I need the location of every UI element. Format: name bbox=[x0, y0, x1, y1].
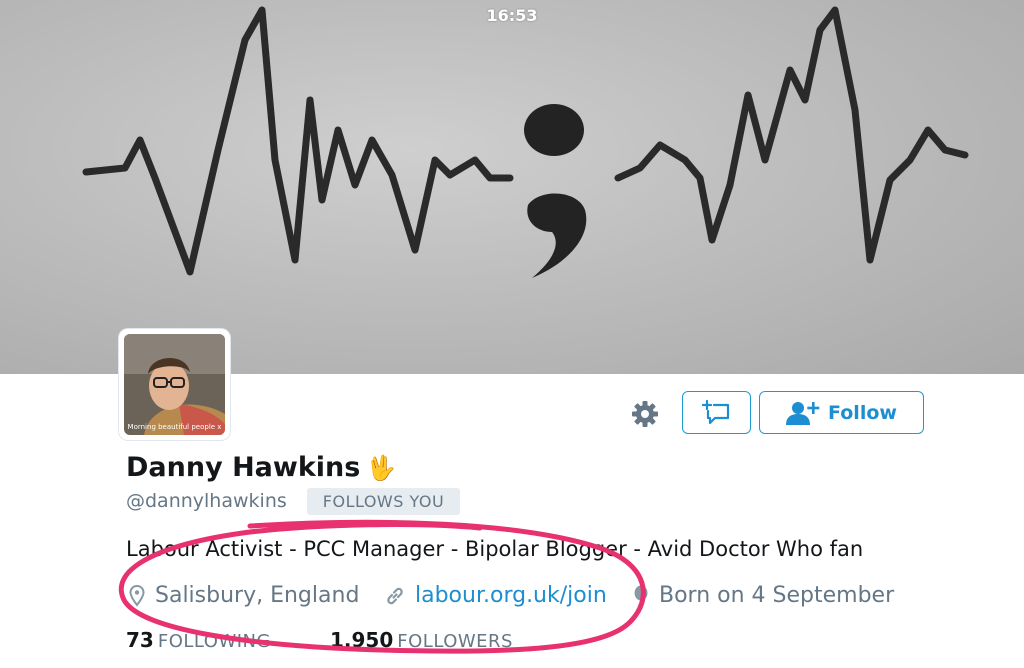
status-bar-time: 16:53 bbox=[486, 6, 538, 25]
profile-location: Salisbury, England bbox=[129, 583, 359, 608]
follows-you-badge: FOLLOWS YOU bbox=[307, 488, 460, 515]
link-icon bbox=[387, 587, 403, 604]
profile-website[interactable]: labour.org.uk/join bbox=[385, 583, 607, 608]
follow-button[interactable]: Follow bbox=[759, 391, 924, 434]
birthday-text: Born on 4 September bbox=[659, 583, 895, 608]
add-user-icon bbox=[786, 401, 820, 425]
following-count: 73 bbox=[126, 628, 154, 652]
location-pin-icon bbox=[129, 584, 145, 607]
followers-stat[interactable]: 1,950 FOLLOWERS bbox=[330, 628, 513, 652]
location-text: Salisbury, England bbox=[155, 583, 360, 608]
heartbeat-semicolon-tattoo bbox=[82, 6, 969, 278]
followers-label: FOLLOWERS bbox=[397, 631, 513, 652]
profile-handle: @dannylhawkins bbox=[126, 490, 287, 512]
message-plus-icon bbox=[701, 399, 729, 424]
direct-message-button[interactable] bbox=[682, 391, 751, 434]
website-link[interactable]: labour.org.uk/join bbox=[415, 583, 607, 608]
header-banner: 16:53 bbox=[0, 0, 1024, 374]
avatar-photo: Morning beautiful people x bbox=[124, 334, 225, 435]
settings-button[interactable] bbox=[626, 395, 664, 433]
display-name: Danny Hawkins 🖖 bbox=[126, 452, 396, 483]
avatar[interactable]: Morning beautiful people x bbox=[119, 329, 230, 440]
profile-birthday: Born on 4 September bbox=[633, 583, 894, 608]
avatar-caption: Morning beautiful people x bbox=[127, 423, 222, 431]
gear-icon bbox=[632, 401, 658, 427]
following-stat[interactable]: 73 FOLLOWING bbox=[126, 628, 271, 652]
following-label: FOLLOWING bbox=[157, 631, 271, 652]
display-name-text: Danny Hawkins bbox=[126, 452, 361, 483]
balloon-icon bbox=[634, 585, 648, 603]
profile-bio: Labour Activist - PCC Manager - Bipolar … bbox=[126, 537, 864, 561]
followers-count: 1,950 bbox=[330, 628, 394, 652]
follow-button-label: Follow bbox=[828, 401, 897, 424]
vulcan-salute-emoji: 🖖 bbox=[366, 454, 397, 482]
